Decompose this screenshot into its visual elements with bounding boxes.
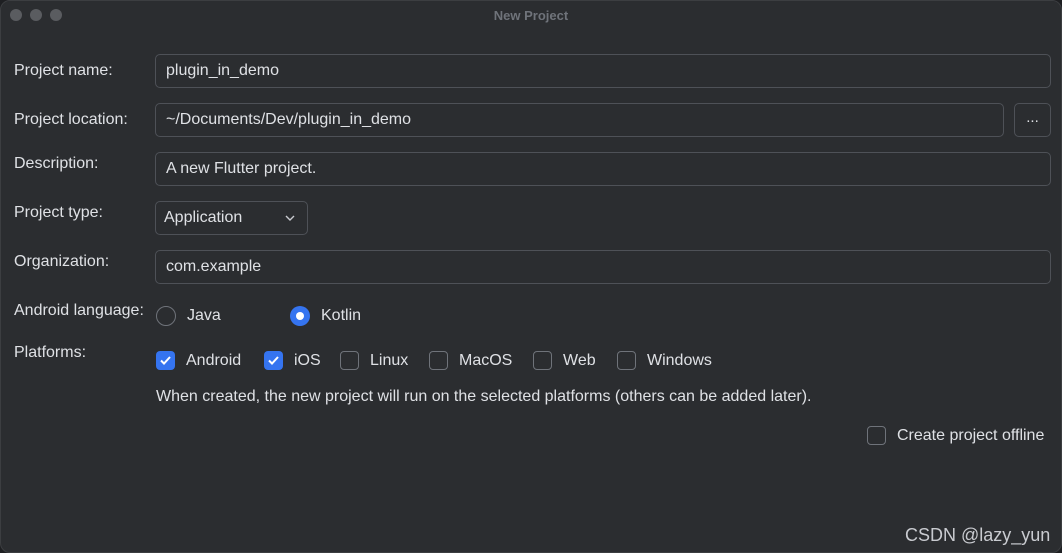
java-radio[interactable] [156, 306, 176, 326]
macos-checkbox[interactable] [429, 351, 448, 370]
windows-checkbox[interactable] [617, 351, 636, 370]
kotlin-radio[interactable] [290, 306, 310, 326]
browse-location-button[interactable]: ... [1014, 103, 1051, 137]
window-title: New Project [493, 8, 569, 23]
checkmark-icon [160, 356, 171, 365]
description-label: Description: [14, 155, 99, 172]
organization-label: Organization: [14, 253, 110, 270]
checkmark-icon [268, 356, 279, 365]
radio-selected-dot [296, 312, 304, 320]
kotlin-radio-label[interactable]: Kotlin [321, 307, 361, 325]
organization-input[interactable]: com.example [155, 250, 1051, 284]
title-bar[interactable]: New Project [1, 1, 1061, 29]
android-checkbox-label[interactable]: Android [186, 352, 241, 370]
android-checkbox[interactable] [156, 351, 175, 370]
new-project-dialog: New Project Project name: plugin_in_demo… [0, 0, 1062, 553]
platforms-hint-text: When created, the new project will run o… [156, 388, 812, 405]
project-name-label: Project name: [14, 62, 113, 79]
description-input[interactable]: A new Flutter project. [155, 152, 1051, 186]
java-radio-label[interactable]: Java [187, 307, 221, 325]
ios-checkbox-label[interactable]: iOS [294, 352, 321, 370]
project-location-label: Project location: [14, 111, 128, 128]
windows-checkbox-label[interactable]: Windows [647, 352, 712, 370]
ios-checkbox[interactable] [264, 351, 283, 370]
chevron-down-icon [285, 215, 295, 221]
project-type-select[interactable]: Application [155, 201, 308, 235]
platforms-label: Platforms: [14, 344, 87, 361]
web-checkbox[interactable] [533, 351, 552, 370]
watermark-text: CSDN @lazy_yun [905, 525, 1051, 545]
linux-checkbox-label[interactable]: Linux [370, 352, 408, 370]
project-type-label: Project type: [14, 204, 103, 221]
web-checkbox-label[interactable]: Web [563, 352, 596, 370]
macos-checkbox-label[interactable]: MacOS [459, 352, 512, 370]
linux-checkbox[interactable] [340, 351, 359, 370]
create-offline-checkbox[interactable] [867, 426, 886, 445]
create-offline-label[interactable]: Create project offline [897, 427, 1044, 445]
project-name-input[interactable]: plugin_in_demo [155, 54, 1051, 88]
project-location-input[interactable]: ~/Documents/Dev/plugin_in_demo [155, 103, 1004, 137]
project-type-value: Application [164, 209, 243, 226]
android-language-label: Android language: [14, 302, 144, 319]
